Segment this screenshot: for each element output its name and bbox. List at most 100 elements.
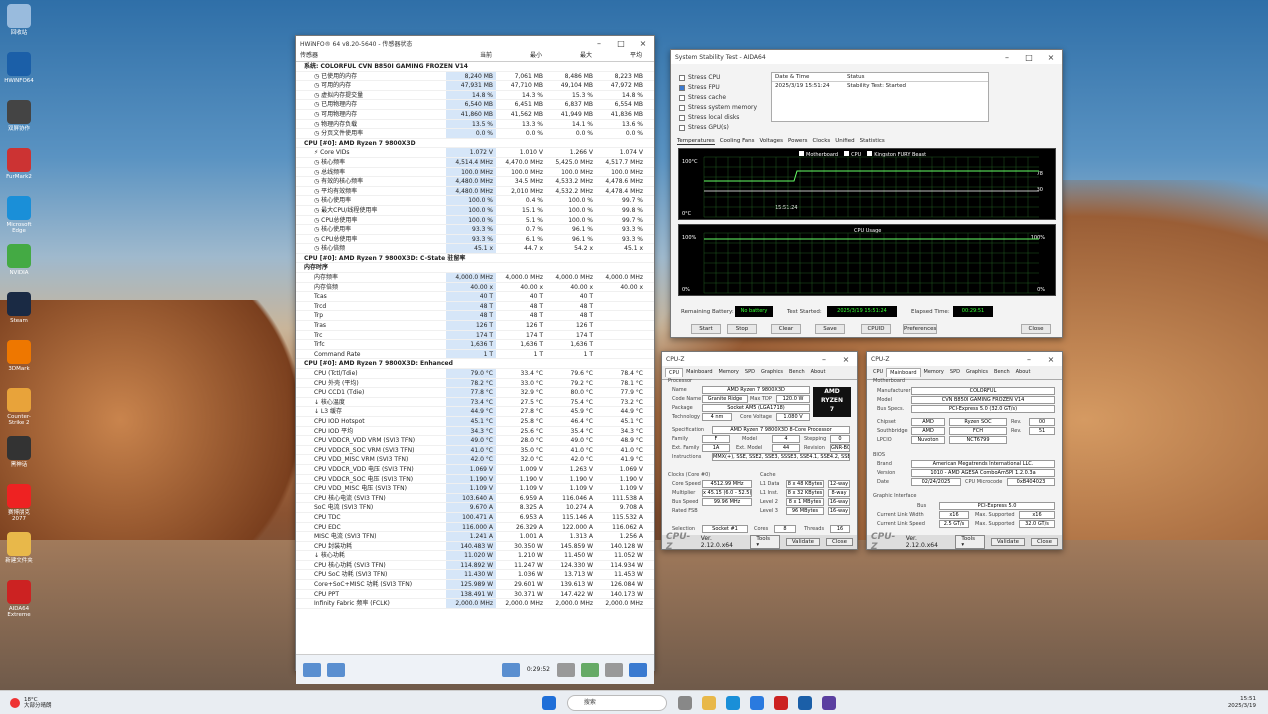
desktop-icon[interactable]: 新建文件夹	[2, 532, 36, 564]
preferences-button[interactable]: Preferences	[903, 324, 937, 334]
sensor-row[interactable]: ◷ CPU总使用率 100.0 % 5.1 % 100.0 % 99.7 %	[296, 215, 654, 226]
col-max[interactable]: 最大	[546, 50, 596, 61]
event-log[interactable]: Date & Time Status 2025/3/19 15:51:24 St…	[771, 72, 989, 122]
aida-tab[interactable]: Cooling Fans	[720, 138, 755, 145]
aida-titlebar[interactable]: System Stability Test - AIDA64 – □ ×	[671, 50, 1062, 64]
col-avg[interactable]: 平均	[596, 50, 646, 61]
sensor-row[interactable]: Trfc 1,636 T 1,636 T 1,636 T	[296, 340, 654, 350]
checked-icon[interactable]	[679, 84, 685, 91]
desktop-icon[interactable]: HWiNFO64	[2, 52, 36, 84]
cpuid-button[interactable]: CPUID	[861, 324, 891, 334]
cpuz-tab[interactable]: Bench	[786, 368, 808, 377]
cpuz-tab[interactable]: SPD	[947, 368, 963, 377]
sensor-row[interactable]: ◷ 已用物理内存 6,540 MB 6,451 MB 6,837 MB 6,554 MB	[296, 100, 654, 110]
desktop-icon[interactable]: Steam	[2, 292, 36, 324]
cpuz-tab[interactable]: Graphics	[758, 368, 786, 377]
sensor-row[interactable]: ◷ 核心使用率 93.3 % 0.7 % 96.1 % 93.3 %	[296, 225, 654, 235]
sensor-row[interactable]: CPU IOD Hotspot 45.1 °C 25.8 °C 46.4 °C 45.1…	[296, 416, 654, 427]
sensor-row[interactable]: CPU TDC 100.471 A 6.953 A 115.146 A 115.532 …	[296, 512, 654, 523]
validate-button[interactable]: Validate	[990, 538, 1026, 546]
sensor-row[interactable]: CPU VDDCR_SOC 电压 (SVI3 TFN) 1.190 V 1.190 …	[296, 474, 654, 485]
weather-widget[interactable]: 18°C 大部分晴朗	[0, 697, 150, 709]
sensor-row[interactable]: Infinity Fabric 频率 (FCLK) 2,000.0 MHz 2,00…	[296, 599, 654, 609]
settings-icon[interactable]	[605, 662, 623, 677]
sensor-row[interactable]: ◷ 最大CPU/线程使用率 100.0 % 15.1 % 100.0 % 99.8 %	[296, 205, 654, 216]
sensor-row[interactable]: CPU CCD1 (Tdie) 77.8 °C 32.9 °C 80.0 °C 77.9…	[296, 388, 654, 398]
stress-checkbox[interactable]: Stress CPU	[679, 74, 721, 81]
sensor-group[interactable]: CPU [#0]: AMD Ryzen 7 9800X3D: Enhanced	[296, 359, 654, 369]
sensor-row[interactable]: ◷ 物理内存负载 13.5 % 13.3 % 14.1 % 13.6 %	[296, 119, 654, 130]
stress-checkbox[interactable]: Stress GPU(s)	[679, 124, 729, 131]
task-view-icon[interactable]	[677, 695, 692, 710]
sensor-row[interactable]: CPU SoC 功耗 (SVI3 TFN) 11.430 W 1.036 W 13.7…	[296, 570, 654, 581]
hwinfo-taskbar-icon[interactable]	[797, 695, 812, 710]
sensor-row[interactable]: CPU VDDCR_VDD VRM (SVI3 TFN) 49.0 °C 28.0 …	[296, 436, 654, 446]
minimize-icon[interactable]: –	[996, 53, 1018, 62]
close-button[interactable]: Close	[1021, 324, 1051, 334]
clock[interactable]: 15:51 2025/3/19	[1228, 696, 1268, 710]
store-icon[interactable]	[749, 695, 764, 710]
cpuz-tab[interactable]: About	[1013, 368, 1034, 377]
unchecked-icon[interactable]	[679, 94, 685, 101]
aida-tab[interactable]: Temperatures	[677, 138, 715, 145]
col-current[interactable]: 当前	[446, 50, 496, 61]
desktop-icon[interactable]: 回收站	[2, 4, 36, 36]
sensor-row[interactable]: CPU VDDCR_VDD 电压 (SVI3 TFN) 1.069 V 1.009 …	[296, 464, 654, 475]
close-icon[interactable]: ×	[1040, 53, 1062, 62]
sensor-row[interactable]: ⚡ Core VIDs 1.072 V 1.010 V 1.266 V 1.074 V	[296, 148, 654, 158]
sensor-row[interactable]: Trp 48 T 48 T 48 T	[296, 311, 654, 322]
start-button[interactable]: Start	[691, 324, 721, 334]
desktop-icon[interactable]: 3DMark	[2, 340, 36, 372]
desktop-icon[interactable]: FurMark2	[2, 148, 36, 180]
sensor-row[interactable]: CPU IOD 平均 34.3 °C 25.6 °C 35.4 °C 34.3 °C	[296, 426, 654, 437]
cpuz-tab[interactable]: Mainboard	[683, 368, 715, 377]
sensor-row[interactable]: ↓ 核心功耗 11.020 W 1.210 W 11.450 W 11.052 W	[296, 551, 654, 561]
desktop-icon[interactable]: AIDA64 Extreme	[2, 580, 36, 618]
start-icon[interactable]	[541, 695, 556, 710]
sensor-row[interactable]: SoC 电流 (SVI3 TFN) 9.670 A 8.325 A 10.274 A 9…	[296, 503, 654, 513]
save-button[interactable]: Save	[815, 324, 845, 334]
tools-button[interactable]: Tools ▾	[955, 535, 985, 549]
hwinfo-titlebar[interactable]: HWiNFO® 64 v8.20-5640 - 传感器状态 – □ ×	[296, 36, 654, 50]
aida-tab[interactable]: Voltages	[759, 138, 783, 145]
cpuz-titlebar[interactable]: CPU-Z – ×	[662, 352, 857, 366]
sensor-row[interactable]: 内存频率 4,000.0 MHz 4,000.0 MHz 4,000.0 MHz 4,0…	[296, 273, 654, 283]
search-box[interactable]: 搜索	[566, 694, 667, 711]
sensor-row[interactable]: 内存倍频 40.00 x 40.00 x 40.00 x 40.00 x	[296, 282, 654, 293]
sensor-row[interactable]: CPU EDC 116.000 A 26.329 A 122.000 A 116.062…	[296, 522, 654, 533]
sensor-row[interactable]: ◷ 可用的内存 47,931 MB 47,710 MB 49,104 MB 47,972…	[296, 81, 654, 91]
minimize-icon[interactable]: –	[588, 39, 610, 48]
sensor-row[interactable]: ◷ 分页文件使用率 0.0 % 0.0 % 0.0 % 0.0 %	[296, 129, 654, 139]
close-button[interactable]: Close	[826, 538, 853, 546]
sensor-row[interactable]: CPU VDDCR_SOC VRM (SVI3 TFN) 41.0 °C 35.0 …	[296, 445, 654, 456]
sensor-row[interactable]: ◷ 核心倍频 45.1 x 44.7 x 54.2 x 45.1 x	[296, 244, 654, 254]
stress-checkbox[interactable]: Stress FPU	[679, 84, 720, 91]
sensor-row[interactable]: CPU (Tctl/Tdie) 79.0 °C 33.4 °C 79.6 °C 78.4…	[296, 369, 654, 379]
clear-button[interactable]: Clear	[771, 324, 801, 334]
sensor-row[interactable]: Tras 126 T 126 T 126 T	[296, 321, 654, 331]
cpuz-tab[interactable]: Memory	[716, 368, 742, 377]
tools-button[interactable]: Tools ▾	[750, 535, 780, 549]
close-icon[interactable]: ×	[1040, 355, 1062, 364]
sensor-row[interactable]: ◷ 可用物理内存 41,860 MB 41,562 MB 41,949 MB 41,83…	[296, 109, 654, 120]
cpuz-tab[interactable]: CPU	[870, 368, 886, 377]
hwinfo-window[interactable]: HWiNFO® 64 v8.20-5640 - 传感器状态 – □ × 传感器 …	[295, 35, 655, 684]
minimize-icon[interactable]: –	[813, 355, 835, 364]
cpuz-cpu-window[interactable]: CPU-Z – × CPU Mainboard Memory SPD Graphics Ben…	[661, 351, 858, 552]
unchecked-icon[interactable]	[679, 114, 685, 121]
aida64-taskbar-icon[interactable]	[773, 695, 788, 710]
desktop-icon[interactable]: Counter-Strike 2	[2, 388, 36, 426]
nav-left-icon[interactable]	[303, 662, 321, 677]
unchecked-icon[interactable]	[679, 104, 685, 111]
aida-window[interactable]: System Stability Test - AIDA64 – □ × Str…	[670, 49, 1063, 338]
cpuz-tab[interactable]: SPD	[742, 368, 758, 377]
aida-tab[interactable]: Statistics	[860, 138, 885, 145]
stress-checkbox[interactable]: Stress cache	[679, 94, 726, 101]
sensor-group[interactable]: CPU [#0]: AMD Ryzen 7 9800X3D	[296, 138, 654, 149]
sensor-row[interactable]: CPU 核心电流 (SVI3 TFN) 103.640 A 6.959 A 116.0…	[296, 493, 654, 504]
sensor-group[interactable]: 系统: COLORFUL CVN B850I GAMING FROZEN V14	[296, 62, 654, 72]
sensor-row[interactable]: CPU VDD_MISC 电压 (SVI3 TFN) 1.109 V 1.109 V…	[296, 484, 654, 494]
desktop-icon[interactable]: 双屏协作	[2, 100, 36, 132]
close-icon[interactable]: ×	[835, 355, 857, 364]
desktop-icon[interactable]: 赛博朋克 2077	[2, 484, 36, 522]
